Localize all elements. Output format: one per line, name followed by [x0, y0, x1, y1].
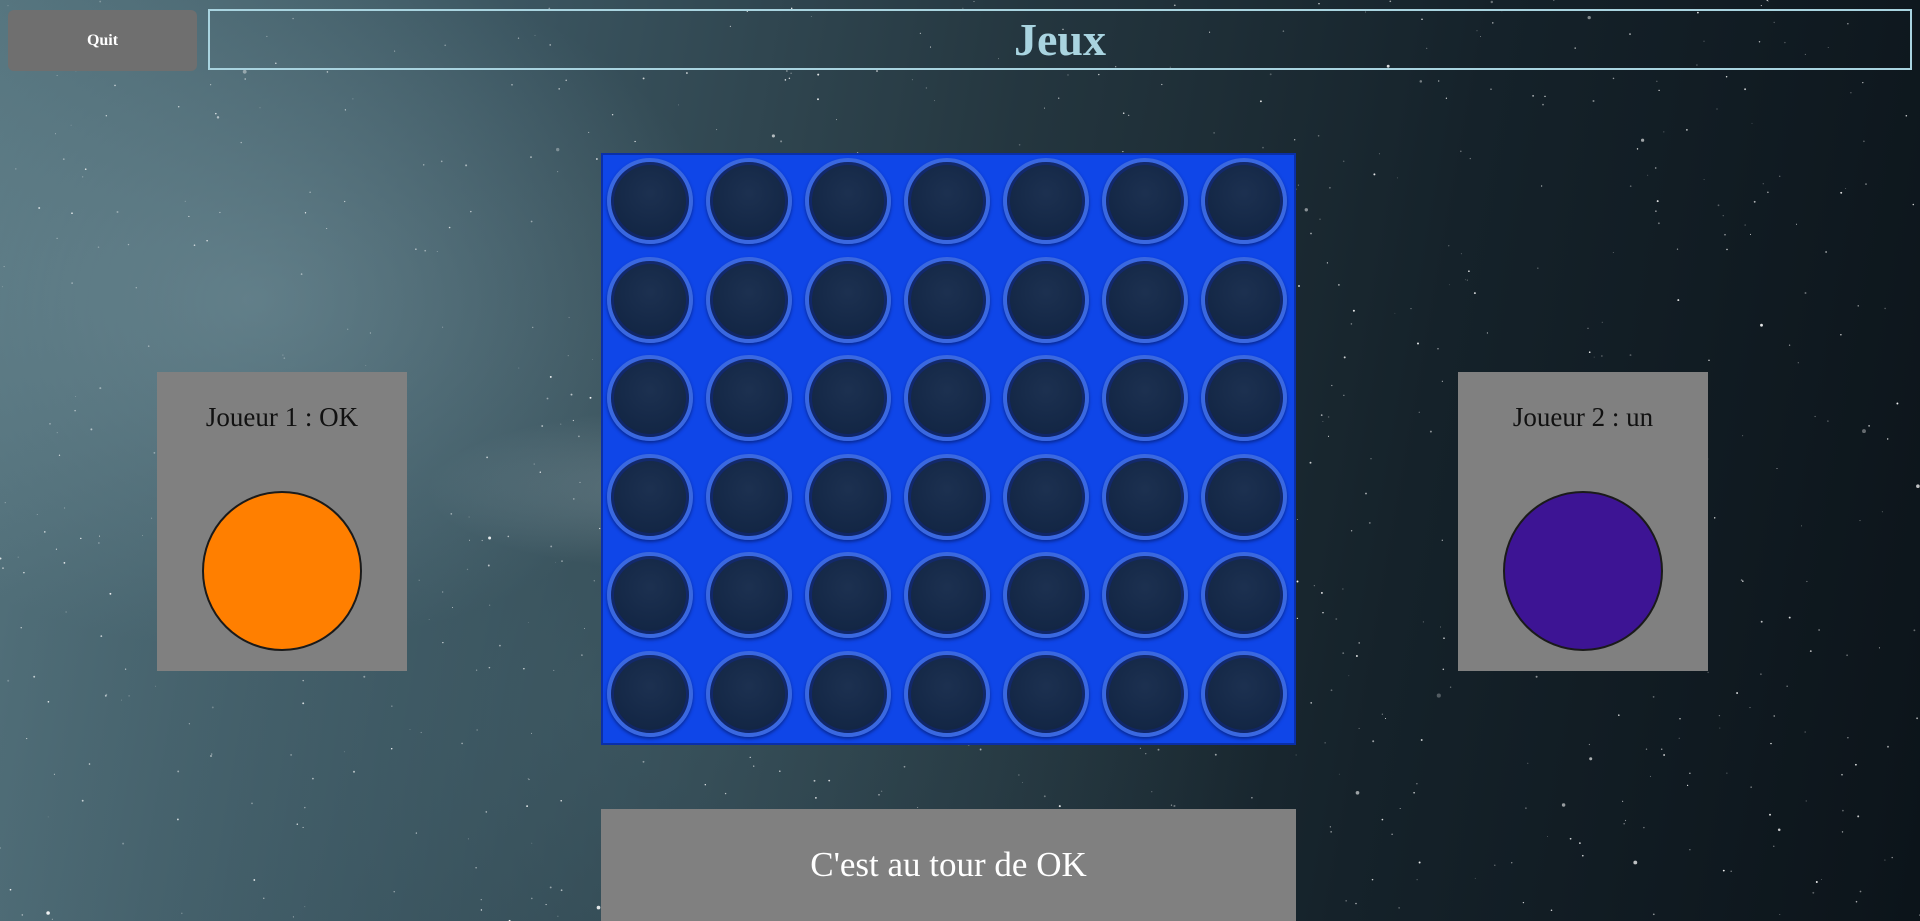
board-cell[interactable]	[607, 552, 693, 638]
player-1-name: Joueur 1 : OK	[205, 402, 359, 432]
board-cell[interactable]	[607, 355, 693, 441]
player-2-token	[1503, 491, 1663, 651]
board-cell[interactable]	[1201, 650, 1287, 737]
board-cell[interactable]	[904, 650, 990, 737]
board-cell[interactable]	[1201, 355, 1287, 441]
board-cell[interactable]	[607, 256, 693, 343]
board-cell[interactable]	[607, 650, 693, 737]
player-2-panel: Joueur 2 : un	[1458, 372, 1708, 671]
title-bar: Jeux	[208, 9, 1912, 70]
board-cell[interactable]	[1201, 552, 1287, 638]
board-cell[interactable]	[1003, 552, 1089, 638]
board-cell[interactable]	[1201, 158, 1287, 244]
board-cell[interactable]	[805, 650, 891, 737]
board-cell[interactable]	[1003, 355, 1089, 441]
board-cell[interactable]	[1102, 650, 1188, 737]
board-cell[interactable]	[1102, 453, 1188, 540]
board-cell[interactable]	[1003, 650, 1089, 737]
board-cell[interactable]	[1003, 453, 1089, 540]
board-cell[interactable]	[706, 158, 792, 244]
board-cell[interactable]	[904, 453, 990, 540]
board-cell[interactable]	[805, 256, 891, 343]
player-1-token	[202, 491, 362, 651]
board-cell[interactable]	[805, 158, 891, 244]
quit-button[interactable]: Quit	[8, 10, 197, 71]
player-1-panel: Joueur 1 : OK	[157, 372, 407, 671]
player-2-name: Joueur 2 : un	[1512, 402, 1654, 432]
board-cell[interactable]	[1003, 158, 1089, 244]
turn-status-box: C'est au tour de OK	[601, 809, 1296, 921]
board-cell[interactable]	[607, 158, 693, 244]
board-cell[interactable]	[706, 650, 792, 737]
board-cell[interactable]	[706, 355, 792, 441]
board-cell[interactable]	[706, 552, 792, 638]
board-cell[interactable]	[1102, 256, 1188, 343]
board-cell[interactable]	[805, 355, 891, 441]
board-cell[interactable]	[904, 256, 990, 343]
board-cell[interactable]	[1102, 158, 1188, 244]
board-cell[interactable]	[805, 552, 891, 638]
board-cell[interactable]	[706, 256, 792, 343]
turn-status-text: C'est au tour de OK	[810, 845, 1087, 884]
page-title: Jeux	[1014, 13, 1106, 65]
game-board	[601, 153, 1296, 745]
board-cell[interactable]	[904, 158, 990, 244]
board-cell[interactable]	[805, 453, 891, 540]
board-cell[interactable]	[1201, 256, 1287, 343]
board-cell[interactable]	[904, 552, 990, 638]
board-cell[interactable]	[1003, 256, 1089, 343]
board-cell[interactable]	[706, 453, 792, 540]
board-cell[interactable]	[1102, 355, 1188, 441]
board-cell[interactable]	[1201, 453, 1287, 540]
board-cell[interactable]	[904, 355, 990, 441]
board-cell[interactable]	[1102, 552, 1188, 638]
board-cell[interactable]	[607, 453, 693, 540]
